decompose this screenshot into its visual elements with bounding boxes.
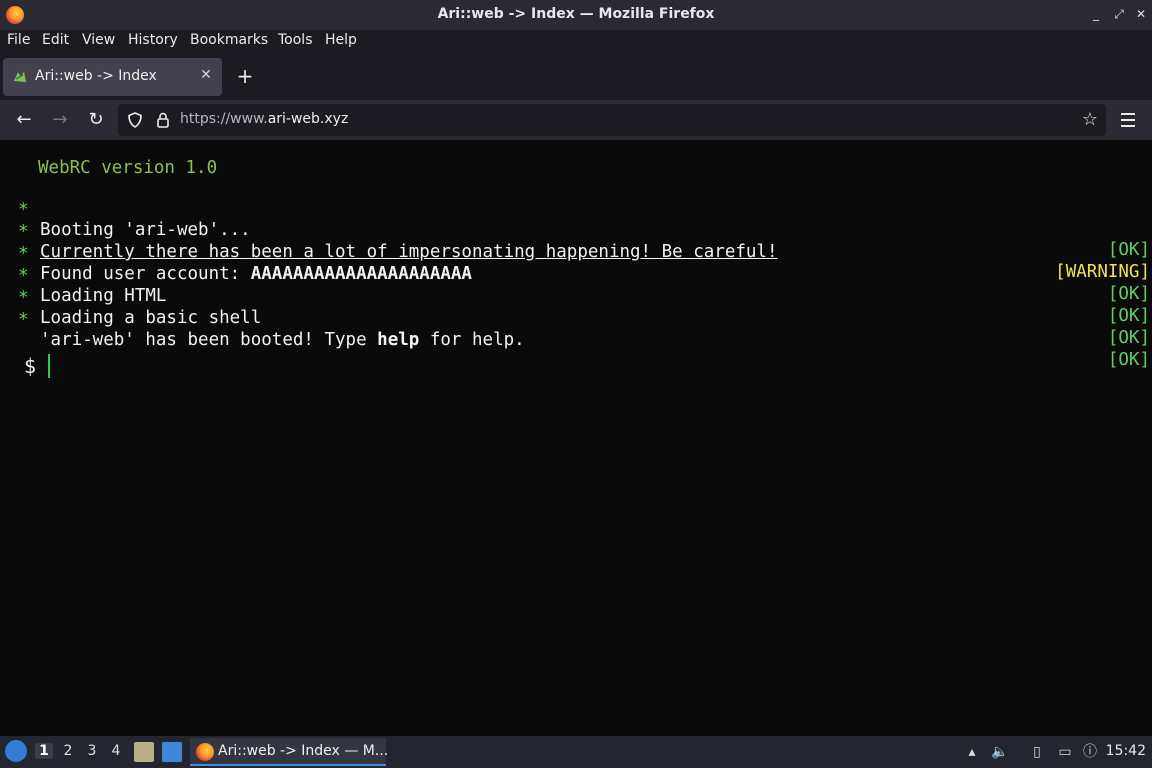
log-text-pre: 'ari-web' has been booted! Type [40, 330, 378, 350]
url-host: ari-web.xyz [267, 111, 349, 127]
task-label: Ari::web -> Index — M... [218, 743, 389, 759]
help-command: help [377, 330, 420, 350]
status-badge: [OK] [1107, 328, 1150, 348]
workspace-2[interactable]: 2 [59, 743, 77, 759]
log-line: * Currently there has been a lot of impe… [0, 202, 1152, 282]
url-prefix: https://www. [180, 111, 268, 127]
status-badge: [OK] [1107, 350, 1150, 370]
forward-button[interactable]: → [49, 109, 71, 131]
log-line: * Loading HTML [OK] [0, 246, 1152, 326]
menu-edit[interactable]: Edit [42, 32, 69, 48]
workspace-1[interactable]: 1 [35, 743, 53, 759]
terminal-page: WebRC version 1.0 * Booting 'ari-web'...… [0, 140, 1152, 736]
bookmark-star-icon[interactable]: ☆ [1082, 109, 1098, 130]
taskbar-firefox-window[interactable]: Ari::web -> Index — M... [190, 738, 389, 766]
log-line: * 'ari-web' has been booted! Type help f… [0, 290, 1152, 370]
log-line: * Booting 'ari-web'... [OK] [0, 180, 1152, 260]
menu-file[interactable]: File [7, 32, 30, 48]
notification-icon[interactable]: ⓘ [1080, 742, 1100, 762]
close-window-button[interactable]: ✕ [1132, 5, 1150, 23]
file-manager-icon[interactable] [134, 742, 154, 762]
lock-icon[interactable] [154, 111, 172, 129]
log-text-post: for help. [419, 330, 525, 350]
shell-input-cursor[interactable] [48, 354, 50, 378]
shell-prompt: $ [24, 354, 37, 378]
log-text: 'ari-web' has been booted! Type help for… [40, 330, 525, 350]
show-desktop-icon[interactable] [162, 742, 182, 762]
menu-tools[interactable]: Tools [278, 32, 313, 48]
tab-active[interactable]: Ari::web -> Index ✕ [3, 58, 222, 96]
url-text[interactable]: https://www.ari-web.xyz [180, 111, 348, 127]
version-heading: WebRC version 1.0 [38, 158, 218, 178]
menu-bookmarks[interactable]: Bookmarks [190, 32, 268, 48]
clock: 15:42 [1105, 743, 1146, 759]
network-icon[interactable]: ▭ [1055, 742, 1075, 762]
app-menu-icon[interactable] [1118, 109, 1138, 131]
menu-bar: File Edit View History Bookmarks Tools H… [0, 30, 1152, 52]
clipboard-icon[interactable]: ▯ [1027, 742, 1047, 762]
tray-arrow-icon[interactable]: ▴ [962, 742, 982, 762]
window-title: Ari::web -> Index — Mozilla Firefox [437, 6, 715, 22]
window-titlebar: Ari::web -> Index — Mozilla Firefox _ ⤢ … [0, 0, 1152, 30]
new-tab-button[interactable]: + [234, 66, 256, 88]
log-line: * Found user account: AAAAAAAAAAAAAAAAAA… [0, 224, 1152, 304]
tab-label: Ari::web -> Index [35, 68, 157, 84]
back-button[interactable]: ← [13, 109, 35, 131]
taskbar: 1 2 3 4 Ari::web -> Index — M... ▴ 🔈 ▯ ▭… [0, 736, 1152, 768]
log-bullet: * [18, 310, 29, 330]
log-line: * Loading a basic shell [OK] [0, 268, 1152, 348]
menu-view[interactable]: View [82, 32, 115, 48]
tab-strip: Ari::web -> Index ✕ + [0, 52, 1152, 100]
shield-icon[interactable] [126, 111, 144, 129]
tab-close-icon[interactable]: ✕ [198, 67, 214, 83]
menu-history[interactable]: History [128, 32, 178, 48]
site-favicon-icon [14, 71, 26, 82]
maximize-button[interactable]: ⤢ [1110, 5, 1128, 23]
menu-help[interactable]: Help [325, 32, 357, 48]
start-menu-icon[interactable] [5, 740, 27, 762]
nav-bar: ← → ↻ https://www.ari-web.xyz ☆ [0, 100, 1152, 140]
url-bar[interactable]: https://www.ari-web.xyz ☆ [118, 104, 1106, 136]
minimize-button[interactable]: _ [1087, 5, 1105, 23]
firefox-icon [196, 743, 214, 761]
workspace-3[interactable]: 3 [83, 743, 101, 759]
workspace-4[interactable]: 4 [107, 743, 125, 759]
volume-icon[interactable]: 🔈 [990, 742, 1010, 762]
reload-button[interactable]: ↻ [85, 109, 107, 131]
